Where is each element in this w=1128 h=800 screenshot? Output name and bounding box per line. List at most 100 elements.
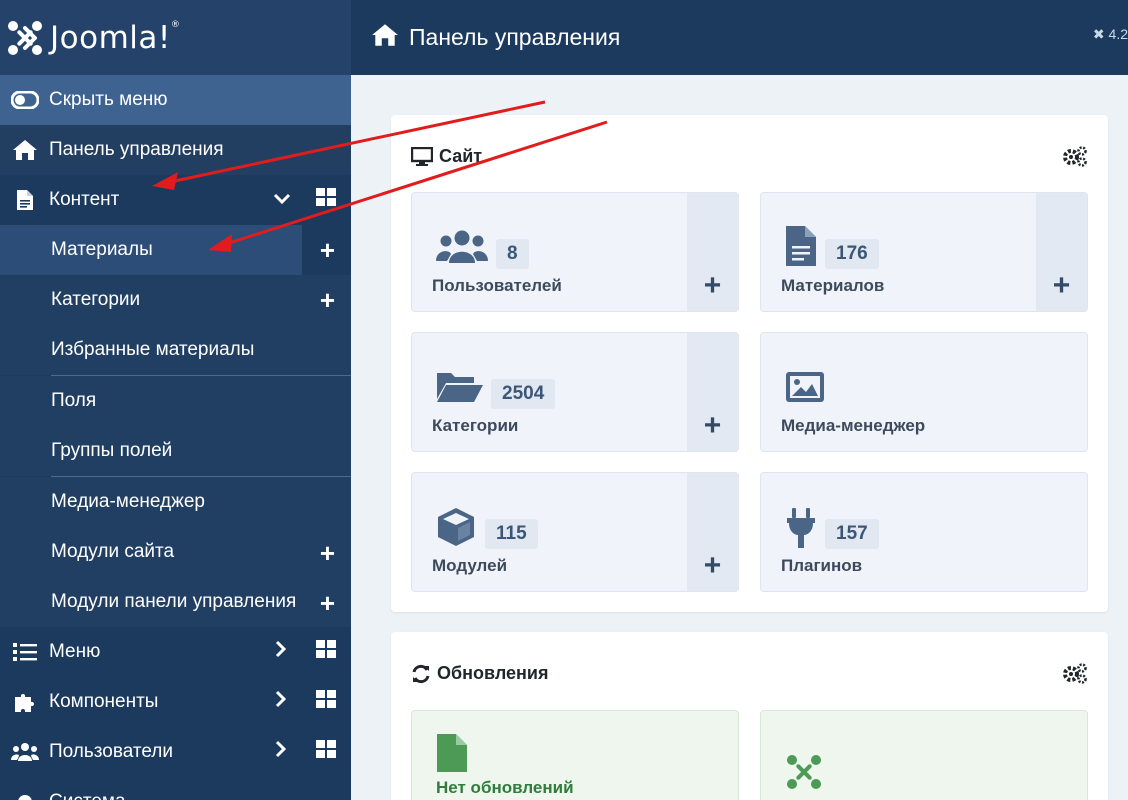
joomla-logo-icon bbox=[8, 20, 42, 55]
dashboard-grid-icon[interactable] bbox=[316, 640, 336, 664]
sidebar-item-label: Поля bbox=[51, 390, 97, 411]
sidebar-item-articles[interactable]: Материалы bbox=[0, 225, 302, 275]
file-text-icon bbox=[785, 225, 817, 272]
plus-icon: + bbox=[703, 549, 722, 582]
sidebar-item-label: Группы полей bbox=[51, 440, 173, 461]
sidebar-item-label: Избранные материалы bbox=[51, 339, 255, 360]
sidebar-item-label: Модули сайта bbox=[51, 541, 175, 562]
wrench-icon bbox=[0, 791, 49, 800]
image-icon bbox=[785, 371, 825, 408]
joomla-icon bbox=[785, 753, 823, 796]
count-badge: 8 bbox=[496, 239, 529, 269]
sidebar-item-label: Компоненты bbox=[49, 691, 159, 712]
sidebar-item-fields[interactable]: Поля bbox=[0, 376, 351, 426]
list-icon bbox=[0, 642, 49, 662]
monitor-icon bbox=[411, 146, 433, 166]
users-icon bbox=[0, 742, 49, 762]
add-site-module-icon[interactable]: + bbox=[320, 540, 335, 566]
sidebar-item-content[interactable]: Контент bbox=[0, 175, 351, 225]
puzzle-icon bbox=[0, 691, 49, 713]
plus-icon: + bbox=[703, 409, 722, 442]
tile-label: Нет обновлений bbox=[436, 778, 574, 797]
tile-joomla-update[interactable] bbox=[760, 710, 1088, 800]
plus-icon: + bbox=[1052, 269, 1071, 302]
add-module-button[interactable]: + bbox=[687, 473, 738, 591]
sidebar-item-label: Панель управления bbox=[49, 139, 224, 160]
home-icon bbox=[0, 139, 49, 161]
tile-media-manager[interactable]: Медиа-менеджер bbox=[760, 332, 1088, 452]
file-icon bbox=[436, 733, 468, 778]
version-badge[interactable]: ✖ 4.2 bbox=[1093, 26, 1128, 43]
dashboard-grid-icon[interactable] bbox=[316, 690, 336, 714]
add-article-icon[interactable]: + bbox=[320, 237, 335, 263]
count-badge: 176 bbox=[825, 239, 879, 269]
sidebar-item-label: Модули панели управления bbox=[51, 591, 297, 612]
joomla-logo[interactable]: Joomla!® bbox=[0, 0, 351, 75]
sidebar-item-field-groups[interactable]: Группы полей bbox=[0, 426, 351, 476]
folder-open-icon bbox=[436, 371, 484, 408]
home-icon bbox=[371, 23, 399, 52]
site-card: Сайт 8 Пользователей + 176 Материалов + … bbox=[391, 115, 1108, 612]
version-text: 4.2 bbox=[1108, 26, 1128, 42]
sidebar-item-menus[interactable]: Меню bbox=[0, 627, 351, 677]
sidebar-item-site-modules[interactable]: Модули сайта bbox=[0, 527, 351, 577]
tile-categories[interactable]: 2504 Категории + bbox=[411, 332, 739, 452]
tile-label: Пользователей bbox=[432, 276, 562, 295]
sidebar-item-label: Материалы bbox=[51, 239, 153, 260]
cube-icon bbox=[436, 507, 476, 552]
tile-users[interactable]: 8 Пользователей + bbox=[411, 192, 739, 312]
sidebar-item-categories[interactable]: Категории bbox=[0, 275, 351, 325]
sync-icon bbox=[412, 664, 430, 683]
add-admin-module-icon[interactable]: + bbox=[320, 590, 335, 616]
users-icon bbox=[436, 229, 488, 270]
sidebar-item-featured[interactable]: Избранные материалы bbox=[0, 325, 351, 375]
file-text-icon bbox=[0, 189, 49, 211]
chevron-down-icon[interactable] bbox=[273, 189, 291, 211]
card-title-site: Сайт bbox=[411, 146, 482, 167]
plug-icon bbox=[785, 507, 817, 554]
gears-icon[interactable] bbox=[1062, 145, 1088, 172]
top-header: Панель управления ✖ 4.2 bbox=[351, 0, 1128, 75]
updates-card: Обновления Нет обновлений bbox=[391, 632, 1108, 800]
sidebar: Joomla!® Скрыть меню Панель управления К… bbox=[0, 0, 351, 800]
tile-plugins[interactable]: 157 Плагинов bbox=[760, 472, 1088, 592]
chevron-right-icon[interactable] bbox=[275, 740, 287, 764]
tile-no-updates[interactable]: Нет обновлений bbox=[411, 710, 739, 800]
sidebar-item-dashboard[interactable]: Панель управления bbox=[0, 125, 351, 175]
sidebar-item-admin-modules[interactable]: Модули панели управления bbox=[0, 577, 351, 627]
add-category-icon[interactable]: + bbox=[320, 287, 335, 313]
sidebar-item-media[interactable]: Медиа-менеджер bbox=[0, 477, 351, 527]
sidebar-item-system[interactable]: Система bbox=[0, 777, 351, 800]
tile-label: Медиа-менеджер bbox=[781, 416, 926, 435]
chevron-right-icon[interactable] bbox=[275, 690, 287, 714]
plus-icon: + bbox=[703, 269, 722, 302]
tile-articles[interactable]: 176 Материалов + bbox=[760, 192, 1088, 312]
tile-modules[interactable]: 115 Модулей + bbox=[411, 472, 739, 592]
sidebar-item-label: Контент bbox=[49, 189, 120, 210]
tile-label: Категории bbox=[432, 416, 519, 435]
toggle-icon bbox=[0, 91, 49, 109]
sidebar-item-components[interactable]: Компоненты bbox=[0, 677, 351, 727]
hide-menu-label: Скрыть меню bbox=[49, 89, 168, 110]
add-category-button[interactable]: + bbox=[687, 333, 738, 451]
add-article-button[interactable]: + bbox=[1036, 193, 1087, 311]
sidebar-item-label: Система bbox=[49, 791, 126, 800]
card-title-updates: Обновления bbox=[411, 663, 548, 684]
dashboard-grid-icon[interactable] bbox=[316, 188, 336, 212]
tile-label: Модулей bbox=[432, 556, 508, 575]
count-badge: 115 bbox=[485, 519, 538, 549]
count-badge: 157 bbox=[825, 519, 879, 549]
logo-text: Joomla!® bbox=[50, 19, 181, 56]
sidebar-item-users[interactable]: Пользователи bbox=[0, 727, 351, 777]
sidebar-item-label: Категории bbox=[51, 289, 141, 310]
count-badge: 2504 bbox=[491, 379, 556, 409]
chevron-right-icon[interactable] bbox=[275, 640, 287, 664]
add-user-button[interactable]: + bbox=[687, 193, 738, 311]
joomla-small-icon: ✖ bbox=[1092, 26, 1105, 42]
sidebar-item-label: Медиа-менеджер bbox=[51, 491, 205, 512]
sidebar-item-label: Пользователи bbox=[49, 741, 174, 762]
hide-menu-toggle[interactable]: Скрыть меню bbox=[0, 75, 351, 125]
dashboard-grid-icon[interactable] bbox=[316, 740, 336, 764]
gears-icon[interactable] bbox=[1062, 662, 1088, 689]
tile-label: Плагинов bbox=[781, 556, 863, 575]
